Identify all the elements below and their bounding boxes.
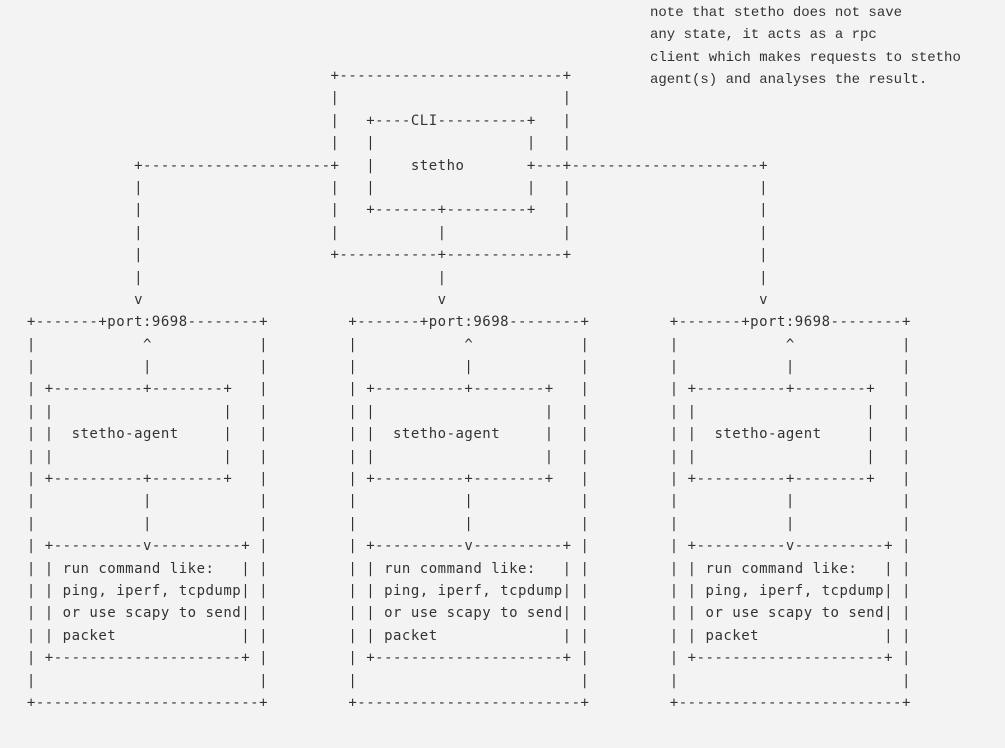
ascii-architecture-diagram: +-------------------------+ | | | +----C…: [18, 65, 911, 714]
